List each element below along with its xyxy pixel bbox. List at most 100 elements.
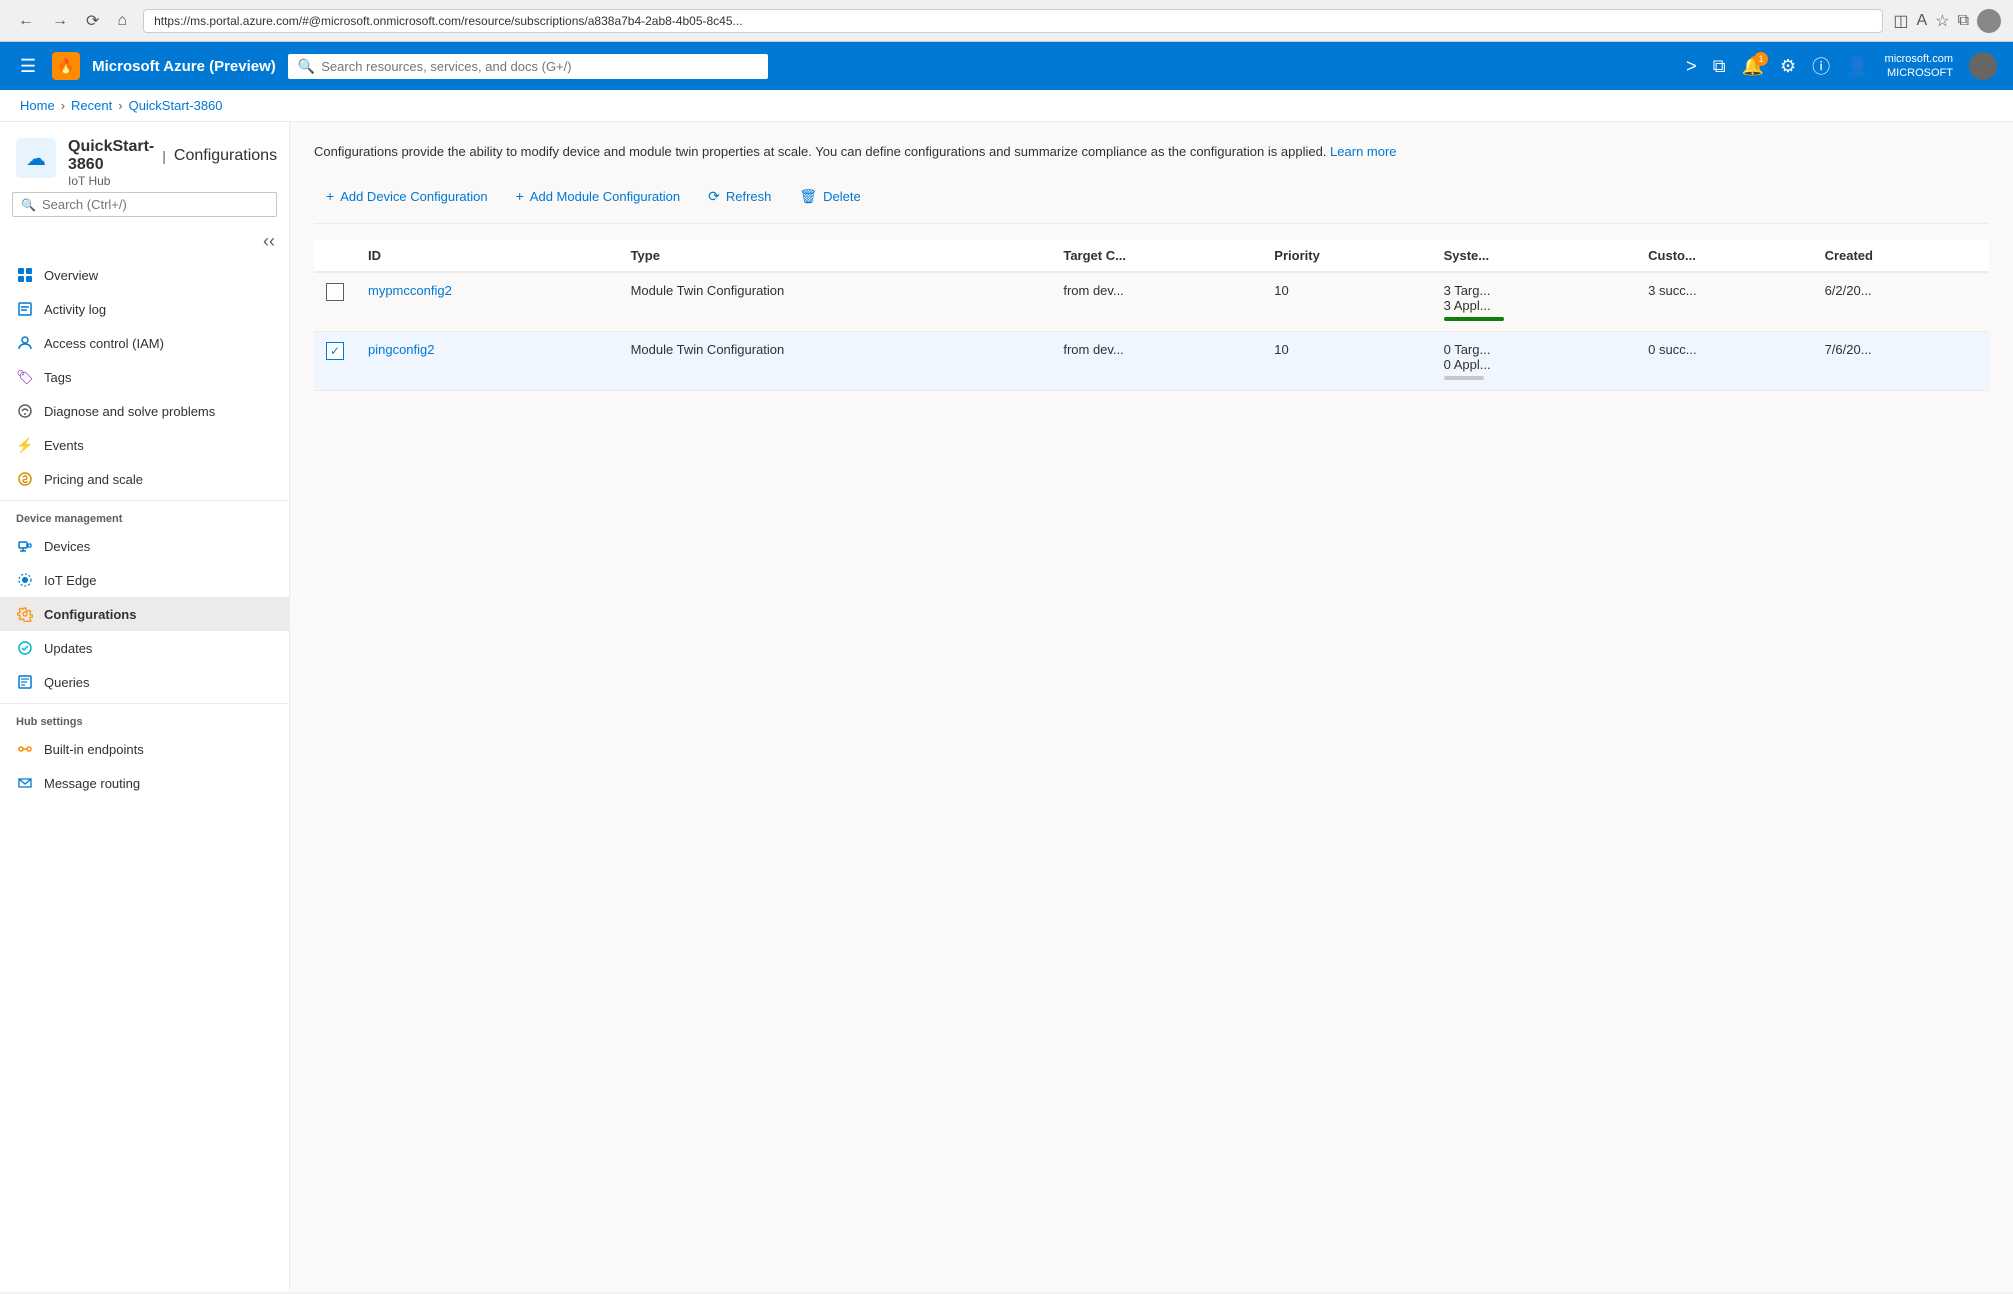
overview-icon bbox=[16, 266, 34, 284]
sidebar-item-overview[interactable]: Overview bbox=[0, 258, 289, 292]
section-name: Configurations bbox=[174, 147, 277, 165]
row2-type: Module Twin Configuration bbox=[619, 331, 1052, 390]
breadcrumb-recent[interactable]: Recent bbox=[71, 98, 112, 113]
row1-id: mypmcconfig2 bbox=[356, 272, 619, 332]
home-button[interactable]: ⌂ bbox=[111, 9, 133, 33]
sidebar-item-configurations[interactable]: Configurations bbox=[0, 597, 289, 631]
add-module-config-label: Add Module Configuration bbox=[530, 189, 680, 204]
divider-pipe: | bbox=[162, 148, 166, 164]
row2-target: from dev... bbox=[1051, 331, 1262, 390]
breadcrumb-home[interactable]: Home bbox=[20, 98, 55, 113]
help-icon[interactable]: ⓘ bbox=[1812, 53, 1830, 79]
sidebar-item-iot-edge[interactable]: IoT Edge bbox=[0, 563, 289, 597]
tags-icon: 🏷 bbox=[16, 368, 34, 386]
breadcrumb-sep-2: › bbox=[118, 98, 122, 113]
add-device-config-label: Add Device Configuration bbox=[340, 189, 487, 204]
address-bar[interactable]: https://ms.portal.azure.com/#@microsoft.… bbox=[143, 9, 1883, 33]
refresh-button[interactable]: ⟳ bbox=[80, 9, 105, 33]
add-module-config-button[interactable]: + Add Module Configuration bbox=[504, 182, 693, 210]
row1-progress-bar bbox=[1444, 317, 1504, 321]
row2-checkbox[interactable]: ✓ bbox=[326, 342, 344, 360]
feedback-icon[interactable]: 👤 bbox=[1846, 56, 1868, 77]
tab-manager-icon[interactable]: ◫ bbox=[1893, 11, 1908, 31]
main-layout: ☁ QuickStart-3860 | Configurations 📌 … ✕… bbox=[0, 122, 2013, 1292]
browser-navigation: ← → ⟳ ⌂ bbox=[12, 9, 133, 33]
row1-type: Module Twin Configuration bbox=[619, 272, 1052, 332]
user-domain: microsoft.com bbox=[1885, 52, 1953, 66]
message-routing-label: Message routing bbox=[44, 776, 140, 791]
sidebar-item-endpoints[interactable]: Built-in endpoints bbox=[0, 732, 289, 766]
row1-progress-container bbox=[1444, 317, 1625, 321]
sidebar-collapse-btn[interactable]: ‹‹ bbox=[257, 229, 281, 254]
row1-checkbox[interactable] bbox=[326, 283, 344, 301]
profile-icon[interactable]: A bbox=[1917, 12, 1928, 30]
add-device-config-button[interactable]: + Add Device Configuration bbox=[314, 182, 500, 210]
message-routing-icon bbox=[16, 774, 34, 792]
delete-button[interactable]: 🗑 Delete bbox=[787, 182, 872, 211]
iam-icon bbox=[16, 334, 34, 352]
overview-label: Overview bbox=[44, 268, 98, 283]
pricing-label: Pricing and scale bbox=[44, 472, 143, 487]
row1-system-metrics-line2: 3 Appl... bbox=[1444, 298, 1625, 313]
row1-target: from dev... bbox=[1051, 272, 1262, 332]
table-row: ✓ pingconfig2 Module Twin Configuration … bbox=[314, 331, 1989, 390]
notifications-icon[interactable]: 🔔 1 bbox=[1742, 56, 1764, 77]
bookmark-icon[interactable]: ☆ bbox=[1935, 11, 1949, 31]
shell-icon[interactable]: ⧉ bbox=[1713, 56, 1726, 77]
row1-checkbox-cell[interactable] bbox=[314, 272, 356, 332]
configurations-table: ID Type Target C... Priority Syste... Cu… bbox=[314, 240, 1989, 391]
resource-icon: ☁ bbox=[16, 138, 56, 178]
extensions-icon[interactable]: ⧉ bbox=[1958, 12, 1969, 30]
row2-id-link[interactable]: pingconfig2 bbox=[368, 342, 435, 357]
user-info: microsoft.com MICROSOFT bbox=[1885, 52, 1953, 81]
sidebar-item-updates[interactable]: Updates bbox=[0, 631, 289, 665]
back-button[interactable]: ← bbox=[12, 9, 40, 33]
sidebar-item-events[interactable]: ⚡ Events bbox=[0, 428, 289, 462]
resource-name: QuickStart-3860 bbox=[68, 138, 154, 174]
row1-system-metrics: 3 Targ... 3 Appl... bbox=[1432, 272, 1637, 332]
forward-button[interactable]: → bbox=[46, 9, 74, 33]
sidebar-item-activity-log[interactable]: Activity log bbox=[0, 292, 289, 326]
user-avatar[interactable] bbox=[1969, 52, 1997, 80]
refresh-button[interactable]: ⟳ Refresh bbox=[696, 182, 783, 211]
sidebar-item-diagnose[interactable]: Diagnose and solve problems bbox=[0, 394, 289, 428]
sidebar-item-iam[interactable]: Access control (IAM) bbox=[0, 326, 289, 360]
col-checkbox bbox=[314, 240, 356, 272]
iot-edge-icon bbox=[16, 571, 34, 589]
toolbar: + Add Device Configuration + Add Module … bbox=[314, 182, 1989, 224]
azure-search-input[interactable] bbox=[321, 59, 758, 74]
row2-created: 7/6/20... bbox=[1813, 331, 1989, 390]
diagnose-label: Diagnose and solve problems bbox=[44, 404, 215, 419]
col-custom-metrics: Custo... bbox=[1636, 240, 1812, 272]
row2-id: pingconfig2 bbox=[356, 331, 619, 390]
endpoints-icon bbox=[16, 740, 34, 758]
section-hub-settings: Hub settings bbox=[0, 703, 289, 732]
updates-label: Updates bbox=[44, 641, 92, 656]
sidebar-item-tags[interactable]: 🏷 Tags bbox=[0, 360, 289, 394]
sidebar-search-icon: 🔍 bbox=[21, 198, 36, 212]
configurations-icon bbox=[16, 605, 34, 623]
sidebar-search-box[interactable]: 🔍 bbox=[12, 192, 277, 217]
azure-search-box[interactable]: 🔍 bbox=[288, 54, 768, 79]
sidebar-item-pricing[interactable]: Pricing and scale bbox=[0, 462, 289, 496]
row2-system-metrics-line2: 0 Appl... bbox=[1444, 357, 1625, 372]
breadcrumb-resource[interactable]: QuickStart-3860 bbox=[129, 98, 223, 113]
sidebar-search-input[interactable] bbox=[42, 197, 268, 212]
col-type: Type bbox=[619, 240, 1052, 272]
sidebar-nav: Overview Activity log bbox=[0, 258, 289, 1292]
terminal-icon[interactable]: > bbox=[1686, 56, 1697, 77]
row1-system-metrics-line1: 3 Targ... bbox=[1444, 283, 1625, 298]
sidebar-item-devices[interactable]: Devices bbox=[0, 529, 289, 563]
sidebar-item-queries[interactable]: Queries bbox=[0, 665, 289, 699]
row1-id-link[interactable]: mypmcconfig2 bbox=[368, 283, 452, 298]
search-icon: 🔍 bbox=[298, 58, 315, 75]
row2-checkbox-cell[interactable]: ✓ bbox=[314, 331, 356, 390]
learn-more-link[interactable]: Learn more bbox=[1330, 144, 1396, 159]
section-device-management: Device management bbox=[0, 500, 289, 529]
configurations-label: Configurations bbox=[44, 607, 136, 622]
hamburger-menu[interactable]: ☰ bbox=[16, 52, 40, 81]
user-org: MICROSOFT bbox=[1885, 66, 1953, 80]
settings-icon[interactable]: ⚙ bbox=[1780, 56, 1796, 77]
sidebar-item-message-routing[interactable]: Message routing bbox=[0, 766, 289, 800]
user-avatar-browser[interactable] bbox=[1977, 9, 2001, 33]
